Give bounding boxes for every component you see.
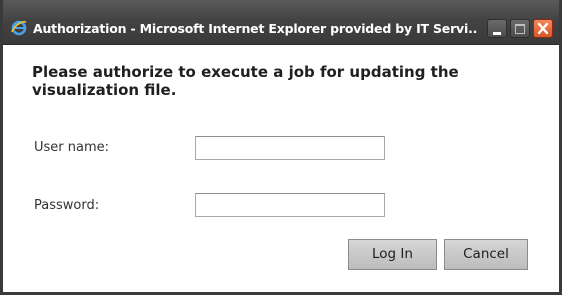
username-input[interactable] [195, 136, 385, 160]
minimize-icon[interactable] [487, 19, 507, 38]
username-label: User name: [34, 140, 110, 155]
auth-dialog-window: Authorization - Microsoft Internet Explo… [0, 0, 562, 295]
instruction-heading: Please authorize to execute a job for up… [32, 63, 459, 99]
title-bar[interactable]: Authorization - Microsoft Internet Explo… [3, 0, 559, 45]
login-button[interactable]: Log In [348, 239, 437, 270]
window-title: Authorization - Microsoft Internet Explo… [33, 21, 478, 36]
password-label: Password: [34, 198, 100, 213]
password-input[interactable] [195, 193, 385, 217]
cancel-button[interactable]: Cancel [444, 239, 528, 270]
maximize-icon[interactable] [510, 19, 530, 38]
internet-explorer-icon [11, 20, 27, 36]
close-icon[interactable] [533, 19, 553, 38]
